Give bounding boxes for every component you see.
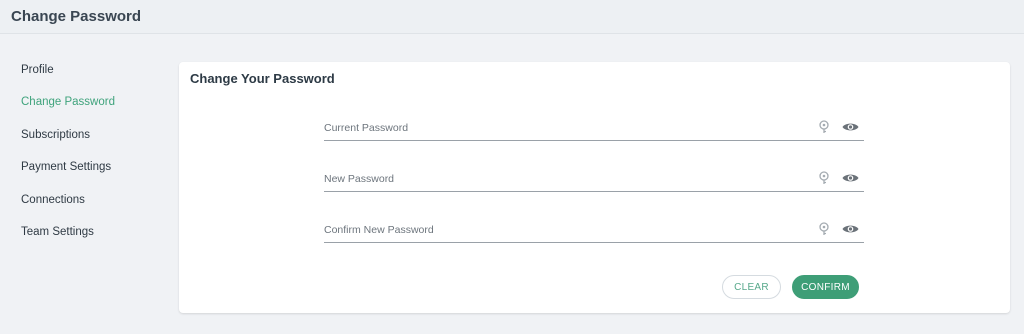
current-password-input[interactable]: [324, 117, 804, 139]
key-icon: [819, 171, 829, 184]
card-title: Change Your Password: [190, 71, 335, 86]
change-password-card: Change Your Password CLEAR CONFIRM: [179, 62, 1010, 313]
confirm-password-input[interactable]: [324, 219, 804, 241]
confirm-password-field: [324, 219, 864, 243]
confirm-button[interactable]: CONFIRM: [792, 275, 859, 299]
sidebar-item-subscriptions[interactable]: Subscriptions: [21, 127, 161, 159]
clear-button[interactable]: CLEAR: [722, 275, 781, 299]
settings-sidebar: Profile Change Password Subscriptions Pa…: [21, 62, 161, 256]
sidebar-item-connections[interactable]: Connections: [21, 192, 161, 224]
eye-icon[interactable]: [842, 223, 859, 235]
sidebar-item-team-settings[interactable]: Team Settings: [21, 224, 161, 256]
new-password-field: [324, 168, 864, 192]
eye-icon[interactable]: [842, 172, 859, 184]
sidebar-item-profile[interactable]: Profile: [21, 62, 161, 94]
eye-icon[interactable]: [842, 121, 859, 133]
current-password-field: [324, 117, 864, 141]
sidebar-item-payment-settings[interactable]: Payment Settings: [21, 159, 161, 191]
sidebar-item-change-password[interactable]: Change Password: [21, 94, 161, 126]
key-icon: [819, 120, 829, 133]
key-icon: [819, 222, 829, 235]
new-password-input[interactable]: [324, 168, 804, 190]
top-bar: Change Password: [0, 0, 1024, 34]
page-title: Change Password: [11, 8, 142, 25]
